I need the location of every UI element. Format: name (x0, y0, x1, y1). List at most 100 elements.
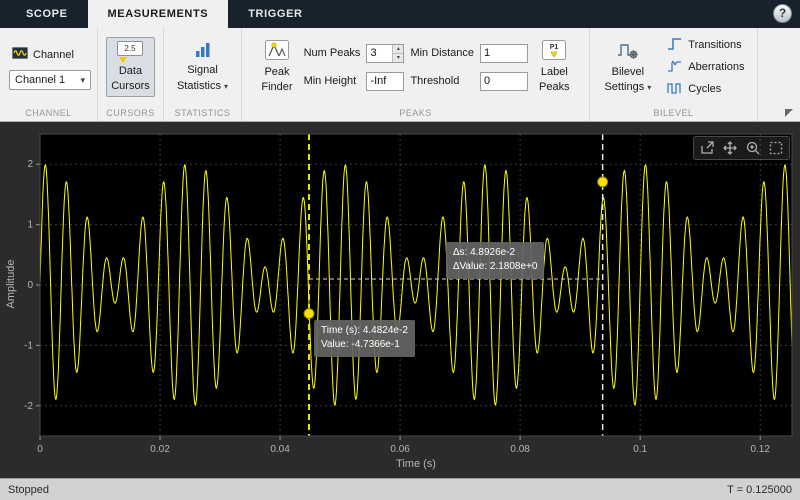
x-tick-label: 0.02 (150, 444, 170, 455)
x-tick-label: 0.04 (270, 444, 290, 455)
min-height-input[interactable] (366, 71, 405, 91)
section-label-bilevel: BILEVEL (653, 108, 694, 118)
aberrations-button[interactable]: Aberrations (664, 58, 747, 77)
section-cursors: 2.5 Data Cursors CURSORS (98, 28, 164, 121)
transitions-icon (667, 37, 683, 54)
plot-zoom-toolbar (693, 136, 790, 160)
signal-statistics-label-2: Statistics ▾ (176, 79, 229, 92)
cycles-label: Cycles (688, 83, 722, 95)
channel-button[interactable]: Channel (9, 44, 77, 65)
y-tick-label: 1 (27, 220, 33, 231)
section-label-statistics: STATISTICS (174, 108, 231, 118)
restore-view-icon[interactable] (698, 139, 716, 157)
min-distance-label: Min Distance (410, 47, 475, 59)
chevron-down-icon: ▾ (224, 81, 229, 91)
toolstrip: Channel Channel 1 ▾ CHANNEL 2.5 Data Cur… (0, 28, 800, 122)
tab-measurements[interactable]: MEASUREMENTS (87, 0, 229, 28)
cursor1-time-text: Time (s): 4.4824e-2 (321, 324, 408, 336)
min-height-label: Min Height (303, 75, 357, 87)
section-label-peaks: PEAKS (399, 108, 432, 118)
bilevel-settings-icon (616, 40, 640, 64)
peak-finder-label-2: Finder (261, 81, 293, 94)
signal-statistics-button[interactable]: Signal Statistics ▾ (172, 37, 233, 97)
tab-scope[interactable]: SCOPE (6, 0, 88, 28)
y-tick-label: -2 (24, 401, 33, 412)
zoom-in-icon[interactable] (744, 139, 762, 157)
signal-statistics-label-1: Signal (187, 64, 218, 77)
toolstrip-tabbar: SCOPE MEASUREMENTS TRIGGER ? (0, 0, 800, 28)
min-distance-input[interactable] (480, 43, 529, 63)
data-cursors-icon: 2.5 (116, 40, 144, 63)
transitions-button[interactable]: Transitions (664, 36, 744, 55)
tab-trigger[interactable]: TRIGGER (228, 0, 322, 28)
svg-text:P1: P1 (550, 44, 559, 51)
label-peaks-button[interactable]: P1 Label Peaks (534, 36, 575, 99)
y-tick-label: 2 (27, 159, 33, 170)
delta-time-text: Δs: 4.8926e-2 (452, 246, 516, 258)
x-tick-label: 0.06 (390, 444, 410, 455)
waveform-plot[interactable]: 0 0.02 0.04 0.06 0.08 0.1 0.12 2 1 0 -1 -2 Time (s) (0, 122, 800, 478)
peak-finder-button[interactable]: Peak Finder (256, 36, 297, 99)
num-peaks-label: Num Peaks (303, 47, 361, 59)
help-button[interactable]: ? (773, 4, 792, 23)
cursor2-marker[interactable] (597, 176, 609, 188)
x-axis-label: Time (s) (396, 458, 436, 470)
num-peaks-decrement[interactable]: ▾ (393, 53, 404, 62)
fit-to-view-icon[interactable] (767, 139, 785, 157)
section-label-cursors: CURSORS (106, 108, 155, 118)
cursor1-marker[interactable] (303, 308, 315, 320)
pan-icon[interactable] (721, 139, 739, 157)
x-tick-label: 0.1 (633, 444, 647, 455)
channel-select-value: Channel 1 (15, 74, 66, 86)
y-axis-label: Amplitude (5, 259, 17, 309)
threshold-input[interactable] (480, 71, 529, 91)
simulation-time: T = 0.125000 (727, 483, 792, 496)
aberrations-label: Aberrations (688, 61, 745, 73)
num-peaks-stepper[interactable]: ▴ ▾ (366, 43, 405, 63)
y-tick-label: 0 (27, 280, 33, 291)
x-tick-label: 0 (37, 444, 43, 455)
chevron-down-icon: ▾ (80, 74, 85, 85)
peak-finder-label-1: Peak (264, 65, 290, 78)
cursor1-value-text: Value: -4.7366e-1 (321, 339, 400, 351)
label-peaks-label-2: Peaks (539, 81, 570, 94)
bilevel-measurement-buttons: Transitions Aberrations Cycles (664, 36, 747, 99)
cursor1-readout[interactable]: Time (s): 4.4824e-2 Value: -4.7366e-1 (314, 319, 415, 357)
section-label-channel: CHANNEL (25, 108, 72, 118)
section-peaks: Peak Finder Num Peaks ▴ ▾ Min Distance M (242, 28, 590, 121)
toolstrip-spacer (758, 28, 800, 121)
data-cursors-label-1: Data (118, 64, 143, 77)
chevron-down-icon: ▾ (647, 83, 652, 93)
peak-finder-icon (264, 39, 289, 64)
x-tick-label: 0.12 (750, 444, 770, 455)
peak-finder-settings: Num Peaks ▴ ▾ Min Distance Min Height Th… (303, 43, 529, 91)
scope-display: 0 0.02 0.04 0.06 0.08 0.1 0.12 2 1 0 -1 -2 Time (s) … (0, 122, 800, 478)
aberrations-icon (667, 59, 683, 76)
section-channel: Channel Channel 1 ▾ CHANNEL (0, 28, 98, 121)
cycles-icon (667, 81, 683, 98)
bar-chart-icon (194, 41, 212, 62)
x-tick-label: 0.08 (510, 444, 530, 455)
collapse-toolstrip-button[interactable] (785, 109, 793, 117)
section-statistics: Signal Statistics ▾ STATISTICS (164, 28, 242, 121)
cycles-button[interactable]: Cycles (664, 80, 724, 99)
data-cursors-button[interactable]: 2.5 Data Cursors (106, 36, 155, 98)
channel-button-label: Channel (33, 48, 74, 61)
bilevel-settings-button[interactable]: Bilevel Settings ▾ (599, 36, 656, 99)
threshold-label: Threshold (410, 75, 460, 87)
y-tick-label: -1 (24, 340, 33, 351)
status-bar: Stopped T = 0.125000 (0, 478, 800, 500)
cursor-delta-readout[interactable]: Δs: 4.8926e-2 ΔValue: 2.1808e+0 (445, 241, 545, 279)
label-peaks-label-1: Label (540, 65, 568, 78)
section-bilevel: Bilevel Settings ▾ Transitions Aberratio… (590, 28, 758, 121)
data-cursors-label-2: Cursors (111, 80, 150, 92)
channel-icon (12, 46, 28, 63)
bilevel-settings-label-2: Settings ▾ (604, 81, 652, 94)
transitions-label: Transitions (688, 39, 742, 51)
num-peaks-increment[interactable]: ▴ (393, 44, 404, 54)
status-text: Stopped (8, 483, 49, 496)
label-peaks-icon: P1 (542, 39, 567, 64)
delta-value-text: ΔValue: 2.1808e+0 (452, 261, 538, 273)
bilevel-settings-label-1: Bilevel (611, 65, 645, 78)
channel-select[interactable]: Channel 1 ▾ (9, 70, 91, 90)
